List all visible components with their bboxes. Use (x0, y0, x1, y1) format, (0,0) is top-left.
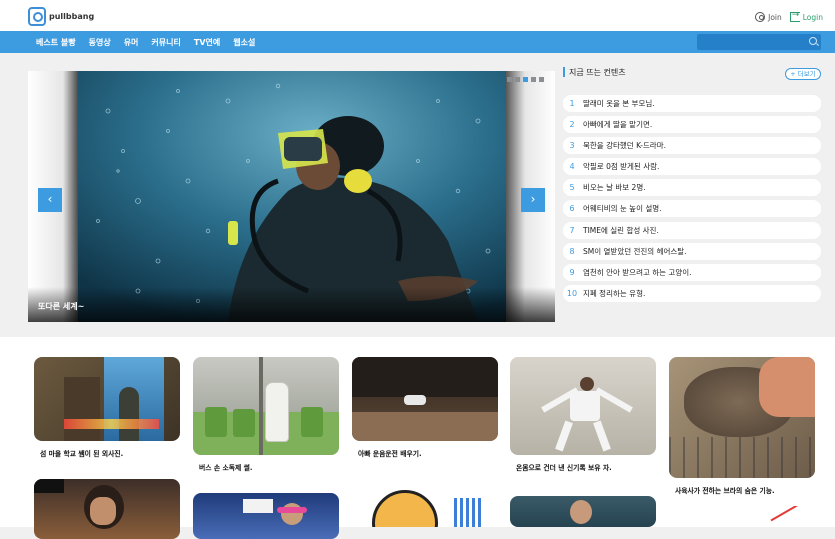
trending-item[interactable]: 6 어웨티비의 눈 높이 설명. (563, 200, 821, 218)
content-card[interactable] (510, 496, 656, 527)
trending-rank: 5 (569, 183, 575, 193)
card-title: 섬 마을 학교 쌤이 된 외사진. (40, 450, 124, 458)
content-card[interactable]: 버스 손 소독제 썰. (193, 357, 339, 472)
trending-item[interactable]: 4 악필로 0점 받게된 사람. (563, 158, 821, 176)
nav-item-community[interactable]: 커뮤니티 (151, 37, 180, 48)
slider-dot-active[interactable] (523, 77, 528, 82)
card-thumbnail (510, 357, 656, 455)
slider-dot[interactable] (539, 77, 544, 82)
chevron-right-icon: › (530, 192, 536, 206)
content-card[interactable]: 섬 마을 학교 쌤이 된 외사진. (34, 357, 180, 458)
content-card[interactable]: 사육사가 전하는 브라의 숨은 기능. (669, 357, 815, 495)
slider-pagination (507, 77, 544, 82)
login-link[interactable]: Login (789, 10, 823, 22)
trending-item[interactable]: 8 SM이 열받았던 전진의 헤어스탈. (563, 242, 821, 260)
trending-list: 1 딸래미 옷을 본 부모님. 2 아빠에게 딸을 맡기면. 3 북한을 강타했던 K… (563, 95, 821, 306)
trending-rank: 6 (569, 204, 575, 214)
trending-text: TIME에 실린 합성 사진. (583, 225, 659, 235)
slider-dot[interactable] (531, 77, 536, 82)
trending-rank: 8 (569, 246, 575, 256)
content-card[interactable]: 온몸으로 건더 낸 신기록 보유 자. (510, 357, 656, 472)
trending-text: 지폐 정리하는 유형. (583, 288, 646, 298)
trending-text: SM이 열받았던 전진의 헤어스탈. (583, 246, 687, 256)
card-thumbnail (510, 496, 656, 527)
trending-title-text: 지금 뜨는 컨텐츠 (569, 67, 626, 77)
content-card[interactable] (669, 506, 815, 527)
nav-item-best[interactable]: 베스트 볼빵 (36, 37, 76, 48)
content-card[interactable]: 아빠 운음운전 배우기. (352, 357, 498, 458)
trending-item[interactable]: 9 염천히 안아 받으려고 하는 고양이. (563, 263, 821, 281)
trending-text: 염천히 안아 받으려고 하는 고양이. (583, 267, 692, 277)
card-thumbnail (352, 486, 498, 527)
slider-dot[interactable] (507, 77, 512, 82)
trending-rank: 3 (569, 141, 575, 151)
trending-rank: 9 (569, 267, 575, 277)
chevron-left-icon: ‹ (47, 192, 53, 206)
trending-text: 딸래미 옷을 본 부모님. (583, 99, 655, 108)
logo-icon (28, 6, 46, 26)
content-card[interactable] (34, 479, 180, 539)
trending-rank: 10 (566, 288, 578, 298)
trending-text: 비오는 날 바보 2명. (583, 183, 646, 193)
trending-rank: 4 (569, 162, 575, 172)
trending-item[interactable]: 3 북한을 강타했던 K-드라마. (563, 137, 821, 155)
trending-rank: 2 (569, 120, 575, 130)
hero-caption-text: 또다른 세계~ (38, 302, 85, 311)
card-thumbnail (669, 506, 815, 527)
hero-image[interactable] (78, 71, 506, 322)
card-thumbnail (193, 493, 339, 539)
nav-item-video[interactable]: 동영상 (89, 37, 111, 48)
trending-rank: 1 (569, 99, 575, 108)
logo-text: pullbbang (49, 11, 95, 21)
scuba-diver-illustration (78, 71, 506, 322)
trending-text: 악필로 0점 받게된 사람. (583, 162, 660, 172)
search-icon[interactable] (809, 37, 817, 45)
nav-item-humor[interactable]: 유머 (124, 37, 139, 48)
trending-item[interactable]: 7 TIME에 실린 합성 사진. (563, 221, 821, 239)
person-icon (755, 12, 766, 22)
card-title: 버스 손 소독제 썰. (199, 464, 253, 472)
site-logo[interactable]: pullbbang (28, 6, 94, 26)
trending-item[interactable]: 1 딸래미 옷을 본 부모님. (563, 95, 821, 112)
trending-text: 북한을 강타했던 K-드라마. (583, 141, 666, 151)
hero-prev-button[interactable]: ‹ (38, 188, 62, 212)
hero-slider: 또다른 세계~ ‹ › (28, 71, 555, 322)
content-card[interactable] (193, 493, 339, 539)
nav-item-tv[interactable]: TV연예 (194, 37, 220, 48)
nav-item-webnovel[interactable]: 웹소설 (233, 37, 255, 48)
trending-rank: 7 (569, 225, 575, 235)
trending-item[interactable]: 2 아빠에게 딸을 맡기면. (563, 116, 821, 134)
login-label: Login (802, 12, 823, 22)
main-nav: 베스트 볼빵 동영상 유머 커뮤니티 TV연예 웹소설 (0, 31, 835, 53)
card-title: 온몸으로 건더 낸 신기록 보유 자. (516, 464, 612, 472)
join-link[interactable]: Join (755, 12, 782, 22)
card-title: 아빠 운음운전 배우기. (358, 450, 422, 458)
top-header: pullbbang Join Login (0, 0, 835, 31)
card-thumbnail (34, 357, 180, 441)
trending-item[interactable]: 5 비오는 날 바보 2명. (563, 179, 821, 197)
hero-next-button[interactable]: › (521, 188, 545, 212)
slider-dot[interactable] (515, 77, 520, 82)
more-button[interactable]: + 더보기 (785, 68, 821, 80)
card-thumbnail (669, 357, 815, 478)
trending-item[interactable]: 10 지폐 정리하는 유형. (563, 284, 821, 302)
trending-title: 지금 뜨는 컨텐츠 (563, 66, 626, 78)
trending-text: 어웨티비의 눈 높이 설명. (583, 204, 662, 214)
card-thumbnail (34, 479, 180, 539)
nav-items: 베스트 볼빵 동영상 유머 커뮤니티 TV연예 웹소설 (36, 31, 268, 53)
join-label: Join (768, 12, 782, 22)
hero-caption: 또다른 세계~ (28, 287, 555, 322)
card-thumbnail (352, 357, 498, 441)
card-title: 사육사가 전하는 브라의 숨은 기능. (675, 487, 775, 495)
login-icon (789, 10, 800, 22)
search-input[interactable] (697, 34, 821, 50)
trending-text: 아빠에게 딸을 맡기면. (583, 120, 653, 130)
card-thumbnail (193, 357, 339, 455)
user-links: Join Login (755, 10, 823, 22)
content-card[interactable] (352, 486, 498, 527)
